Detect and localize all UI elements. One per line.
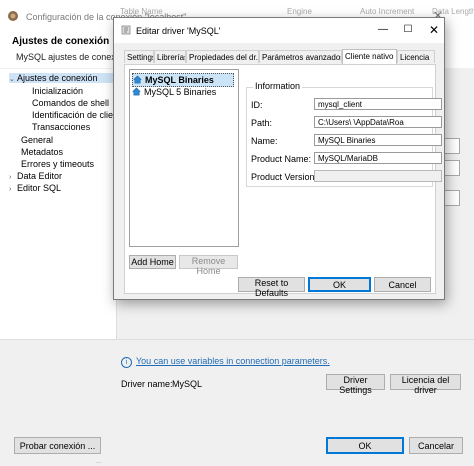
native-client-panel: MySQL Binaries MySQL 5 Binaries Add Home…: [124, 64, 442, 298]
prop-label-product-name: Product Name:: [251, 154, 312, 164]
modal-titlebar: Editar driver 'MySQL' — ☐ ✕: [114, 18, 444, 43]
tree-item-metadatos[interactable]: Metadatos: [21, 147, 63, 157]
modal-title: Editar driver 'MySQL': [136, 26, 221, 36]
driver-name-value: MySQL: [172, 379, 203, 389]
prop-value-id[interactable]: mysql_client: [314, 98, 442, 110]
tab-cliente-nativo[interactable]: Cliente nativo: [342, 49, 397, 64]
prop-value-product-name[interactable]: MySQL/MariaDB: [314, 152, 442, 164]
tab-propiedades[interactable]: Propiedades del dr...: [186, 50, 259, 63]
chevron-right-icon[interactable]: ›: [9, 174, 17, 181]
prop-label-path: Path:: [251, 118, 273, 128]
test-connection-button[interactable]: Probar conexión ...: [14, 437, 101, 454]
tab-licencia[interactable]: Licencia: [397, 50, 435, 63]
column-header: Engine: [287, 7, 312, 16]
column-header: Auto Increment: [360, 7, 415, 16]
driver-license-button[interactable]: Licencia del driver: [390, 374, 461, 395]
tab-parametros-avanzados[interactable]: Parámetros avanzados: [259, 50, 342, 63]
driver-icon: [121, 25, 131, 35]
tree-item-errores[interactable]: Errores y timeouts: [21, 159, 94, 169]
add-home-button[interactable]: Add Home: [129, 255, 176, 269]
close-icon[interactable]: ✕: [426, 22, 442, 38]
tree-item-editor-sql[interactable]: › Editor SQL: [9, 183, 61, 193]
remove-home-button[interactable]: Remove Home: [179, 255, 238, 276]
settings-tree: ⌄ Ajustes de conexión Inicialización Coma…: [0, 69, 117, 359]
modal-ok-button[interactable]: OK: [308, 277, 371, 292]
prop-label-id: ID:: [251, 100, 263, 110]
prop-label-product-version: Product Version:: [251, 172, 318, 182]
client-homes-list[interactable]: MySQL Binaries MySQL 5 Binaries: [129, 69, 239, 247]
dbeaver-app-icon: [8, 11, 18, 21]
driver-settings-button[interactable]: Driver Settings: [326, 374, 385, 395]
prop-label-name: Name:: [251, 136, 278, 146]
tree-item-identificacion[interactable]: Identificación de clier: [32, 110, 116, 120]
driver-name-label: Driver name:: [121, 379, 173, 389]
info-icon: i: [121, 357, 132, 368]
outer-cancel-button[interactable]: Cancelar: [409, 437, 463, 454]
information-group-title: Information: [253, 81, 303, 91]
outer-ok-button[interactable]: OK: [326, 437, 404, 454]
prop-value-product-version[interactable]: [314, 170, 442, 182]
tree-item-general[interactable]: General: [21, 135, 53, 145]
prop-value-path[interactable]: C:\Users\ \AppData\Roa: [314, 116, 442, 128]
column-header: Table Name: [120, 7, 163, 16]
chevron-down-icon[interactable]: ⌄: [9, 75, 17, 83]
list-item-mysql5-binaries[interactable]: MySQL 5 Binaries: [132, 86, 216, 98]
edit-driver-dialog: Editar driver 'MySQL' — ☐ ✕ Settings Lib…: [113, 17, 445, 300]
outer-header-title: Ajustes de conexión: [12, 36, 110, 47]
minimize-icon[interactable]: —: [375, 22, 391, 38]
home-icon: [132, 87, 141, 96]
tree-item-data-editor[interactable]: › Data Editor: [9, 171, 62, 181]
tab-bar: Settings Librerías Propiedades del dr...…: [124, 49, 436, 64]
column-header: Data Length: [432, 7, 474, 16]
outer-header-subtitle: MySQL ajustes de conexión: [16, 52, 128, 62]
reset-to-defaults-button[interactable]: Reset to Defaults: [238, 277, 305, 298]
maximize-icon[interactable]: ☐: [400, 22, 416, 38]
home-icon: [133, 75, 142, 84]
tab-settings[interactable]: Settings: [124, 50, 154, 63]
chevron-right-icon[interactable]: ›: [9, 186, 17, 193]
tab-librerias[interactable]: Librerías: [154, 50, 186, 63]
tree-item-ajustes-conexion[interactable]: ⌄ Ajustes de conexión: [9, 73, 113, 83]
modal-cancel-button[interactable]: Cancel: [374, 277, 431, 292]
tree-item-comandos-shell[interactable]: Comandos de shell: [32, 98, 109, 108]
tree-item-inicializacion[interactable]: Inicialización: [32, 86, 83, 96]
variables-link[interactable]: i You can use variables in connection par…: [121, 356, 330, 368]
list-item-mysql-binaries[interactable]: MySQL Binaries: [132, 73, 234, 87]
tree-item-transacciones[interactable]: Transacciones: [32, 122, 90, 132]
prop-value-name[interactable]: MySQL Binaries: [314, 134, 442, 146]
footer-fragment: ...: [96, 458, 102, 465]
